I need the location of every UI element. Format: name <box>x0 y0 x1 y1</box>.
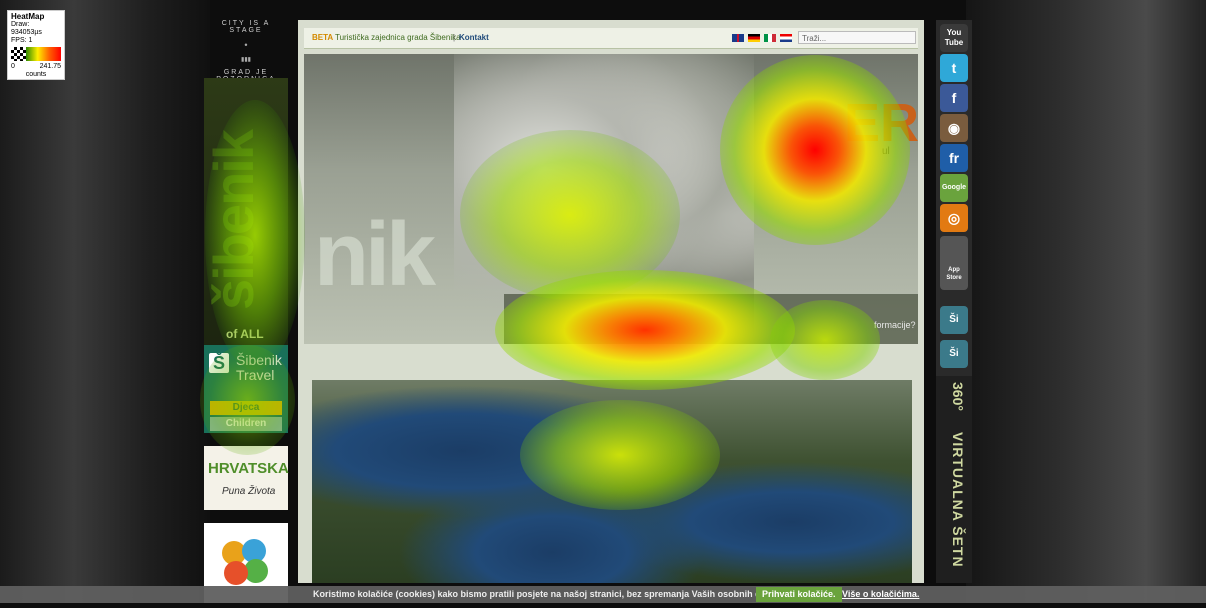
vertical-logo-banner[interactable]: šibenik of ALL <box>201 78 288 353</box>
background-left <box>0 0 210 603</box>
banner-headline: ER <box>844 93 918 153</box>
tagline-mark: ▮▮▮ <box>241 57 251 63</box>
travel-name: Šibenik Travel <box>236 352 282 383</box>
legend-max: 241.75 <box>39 63 61 70</box>
facebook-icon[interactable]: f <box>940 84 968 112</box>
flag-it-icon[interactable] <box>764 34 776 42</box>
hrvatska-brand: HRVATSKA <box>208 460 289 477</box>
legend-scale: 0 241.75 <box>11 63 61 71</box>
org-link[interactable]: Turistička zajednica grada Šibenika <box>335 28 461 48</box>
google-icon[interactable]: Google <box>940 174 968 202</box>
flag-uk-icon[interactable] <box>732 34 744 42</box>
s-logo-icon: Š <box>209 353 229 373</box>
header-separator: | <box>453 33 456 42</box>
search-input[interactable]: Traži... <box>798 31 916 44</box>
heatmap-legend: HeatMap Draw: 934053µs FPS: 1 0 241.75 c… <box>7 10 65 80</box>
app-link-2-icon[interactable]: Ši <box>940 340 968 368</box>
tagline-top: CITY IS A STAGE <box>221 20 271 34</box>
main-content: BETA Turistička zajednica grada Šibenika… <box>298 20 924 583</box>
virtual-walk-banner[interactable]: 360° VIRTUALNA ŠETN <box>936 376 972 583</box>
legend-color-bar <box>11 47 61 61</box>
hrvatska-motto: Puna Života <box>222 486 276 497</box>
cookies-info-link[interactable]: Više o kolačićima. <box>842 586 919 603</box>
banner-info-strip <box>504 294 918 344</box>
accept-cookies-button[interactable]: Prihvati kolačiće. <box>756 587 842 602</box>
app-store-icon[interactable]: App Store <box>940 236 968 290</box>
hero-banner[interactable]: nik ER ul formacije? <box>304 54 918 344</box>
legend-title: HeatMap <box>11 12 45 21</box>
target-icon[interactable]: ◎ <box>940 204 968 232</box>
twitter-icon[interactable]: t <box>940 54 968 82</box>
aerial-photo[interactable] <box>312 380 912 583</box>
flag-de-icon[interactable] <box>748 34 760 42</box>
legend-unit: counts <box>25 71 47 78</box>
logo-word: šibenik <box>201 131 265 310</box>
logo-suffix: of ALL <box>226 327 264 341</box>
legend-draw-time: Draw: 934053µs <box>11 21 42 36</box>
header-bar: BETA Turistička zajednica grada Šibenika… <box>304 28 918 49</box>
contact-link[interactable]: Kontakt <box>459 28 489 48</box>
virtual-walk-360: 360° <box>950 382 966 411</box>
flag-hr-icon[interactable] <box>780 34 792 42</box>
background-right <box>966 0 1206 603</box>
travel-sub-children-hr: Djeca <box>210 401 282 415</box>
language-flags <box>732 34 792 42</box>
legend-min: 0 <box>11 63 15 70</box>
left-column: CITY IS A STAGE • ▮▮▮ GRAD JE POZORNICA … <box>201 18 289 603</box>
banner-side-text: ul <box>882 146 890 157</box>
cookie-message: Koristimo kolačiće (cookies) kako bismo … <box>313 589 787 599</box>
banner-logo: nik <box>314 205 436 305</box>
sibenik-travel-tile[interactable]: Š Šibenik Travel Djeca Children <box>204 345 288 433</box>
tagline-dot: • <box>244 40 248 50</box>
cookie-bar: Koristimo kolačiće (cookies) kako bismo … <box>0 586 1206 603</box>
hrvatska-tile[interactable]: HRVATSKA Puna Života <box>204 446 289 510</box>
legend-fps: FPS: 1 <box>11 37 33 44</box>
virtual-walk-text: VIRTUALNA ŠETN <box>950 432 966 568</box>
flickr-icon[interactable]: fr <box>940 144 968 172</box>
app-link-1-icon[interactable]: Ši <box>940 306 968 334</box>
beta-label: BETA <box>312 33 334 42</box>
travel-sub-children-en: Children <box>210 417 282 431</box>
youtube-icon[interactable]: You Tube <box>940 24 968 52</box>
banner-info-link[interactable]: formacije? <box>874 320 916 330</box>
instagram-icon[interactable]: ◉ <box>940 114 968 142</box>
